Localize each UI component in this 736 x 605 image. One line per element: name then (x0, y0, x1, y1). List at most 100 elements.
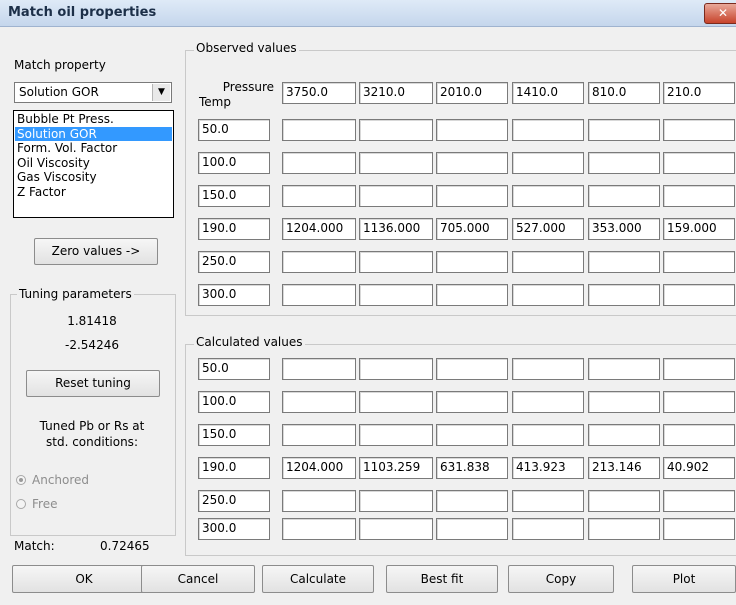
calculated-value-cell[interactable] (512, 490, 584, 512)
plot-button[interactable]: Plot (632, 565, 736, 593)
dropdown-option[interactable]: Oil Viscosity (15, 156, 172, 170)
calculated-value-cell[interactable] (663, 490, 735, 512)
calculated-temp-input[interactable]: 150.0 (198, 424, 270, 446)
calculated-value-cell[interactable] (282, 490, 356, 512)
observed-value-cell[interactable] (359, 284, 433, 306)
observed-value-cell[interactable]: 705.000 (436, 218, 508, 240)
calculated-value-cell[interactable]: 1204.000 (282, 457, 356, 479)
calculated-value-cell[interactable] (588, 424, 660, 446)
calculated-value-cell[interactable] (588, 518, 660, 540)
calculated-temp-input[interactable]: 300.0 (198, 518, 270, 540)
chevron-down-icon[interactable]: ▼ (152, 84, 170, 101)
calculated-value-cell[interactable] (282, 424, 356, 446)
observed-value-cell[interactable] (359, 119, 433, 141)
observed-value-cell[interactable] (359, 251, 433, 273)
radio-anchored[interactable]: Anchored (16, 473, 136, 489)
calculated-value-cell[interactable] (512, 391, 584, 413)
calculated-value-cell[interactable] (436, 518, 508, 540)
reset-tuning-button[interactable]: Reset tuning (26, 370, 160, 397)
observed-temp-input[interactable]: 300.0 (198, 284, 270, 306)
observed-value-cell[interactable] (436, 185, 508, 207)
observed-value-cell[interactable] (588, 251, 660, 273)
observed-temp-input[interactable]: 190.0 (198, 218, 270, 240)
calculated-value-cell[interactable] (282, 518, 356, 540)
observed-temp-input[interactable]: 250.0 (198, 251, 270, 273)
observed-value-cell[interactable]: 1204.000 (282, 218, 356, 240)
calculated-value-cell[interactable] (282, 358, 356, 380)
observed-value-cell[interactable]: 1136.000 (359, 218, 433, 240)
calculate-button[interactable]: Calculate (262, 565, 374, 593)
calculated-value-cell[interactable] (663, 358, 735, 380)
calculated-value-cell[interactable] (512, 358, 584, 380)
calculated-value-cell[interactable]: 40.902 (663, 457, 735, 479)
radio-anchored-circle[interactable] (16, 475, 26, 485)
radio-free-circle[interactable] (16, 499, 26, 509)
calculated-value-cell[interactable] (436, 391, 508, 413)
observed-value-cell[interactable] (512, 119, 584, 141)
observed-value-cell[interactable] (512, 185, 584, 207)
calculated-value-cell[interactable]: 413.923 (512, 457, 584, 479)
cancel-button[interactable]: Cancel (141, 565, 255, 593)
observed-value-cell[interactable] (436, 251, 508, 273)
observed-pressure-input[interactable]: 3210.0 (359, 82, 433, 104)
observed-value-cell[interactable] (663, 251, 735, 273)
calculated-value-cell[interactable] (359, 358, 433, 380)
observed-value-cell[interactable]: 159.000 (663, 218, 735, 240)
observed-value-cell[interactable] (588, 284, 660, 306)
calculated-value-cell[interactable] (588, 391, 660, 413)
observed-value-cell[interactable] (588, 119, 660, 141)
calculated-value-cell[interactable] (436, 490, 508, 512)
observed-value-cell[interactable] (282, 152, 356, 174)
calculated-value-cell[interactable] (663, 518, 735, 540)
zero-values-button[interactable]: Zero values -> (34, 238, 158, 265)
dropdown-option[interactable]: Bubble Pt Press. (15, 112, 172, 126)
observed-pressure-input[interactable]: 2010.0 (436, 82, 508, 104)
copy-button[interactable]: Copy (508, 565, 614, 593)
calculated-value-cell[interactable] (359, 518, 433, 540)
dropdown-option[interactable]: Z Factor (15, 185, 172, 199)
observed-value-cell[interactable] (663, 185, 735, 207)
dropdown-option[interactable]: Gas Viscosity (15, 170, 172, 184)
observed-value-cell[interactable] (436, 152, 508, 174)
calculated-value-cell[interactable] (512, 424, 584, 446)
calculated-value-cell[interactable] (359, 424, 433, 446)
observed-value-cell[interactable]: 353.000 (588, 218, 660, 240)
calculated-temp-input[interactable]: 250.0 (198, 490, 270, 512)
match-property-combo[interactable]: Solution GOR ▼ (14, 82, 172, 103)
calculated-value-cell[interactable]: 1103.259 (359, 457, 433, 479)
calculated-value-cell[interactable] (588, 490, 660, 512)
calculated-value-cell[interactable] (359, 490, 433, 512)
observed-value-cell[interactable] (359, 152, 433, 174)
calculated-value-cell[interactable] (512, 518, 584, 540)
observed-value-cell[interactable] (588, 152, 660, 174)
ok-button[interactable]: OK (12, 565, 156, 593)
calculated-value-cell[interactable]: 213.146 (588, 457, 660, 479)
best-fit-button[interactable]: Best fit (386, 565, 498, 593)
calculated-temp-input[interactable]: 100.0 (198, 391, 270, 413)
observed-value-cell[interactable] (436, 284, 508, 306)
observed-value-cell[interactable] (282, 119, 356, 141)
radio-free[interactable]: Free (16, 497, 136, 513)
calculated-value-cell[interactable] (436, 424, 508, 446)
calculated-value-cell[interactable] (436, 358, 508, 380)
observed-value-cell[interactable] (282, 284, 356, 306)
observed-value-cell[interactable]: 527.000 (512, 218, 584, 240)
observed-value-cell[interactable] (663, 152, 735, 174)
observed-pressure-input[interactable]: 810.0 (588, 82, 660, 104)
calculated-value-cell[interactable] (359, 391, 433, 413)
observed-value-cell[interactable] (282, 251, 356, 273)
observed-value-cell[interactable] (663, 284, 735, 306)
observed-pressure-input[interactable]: 210.0 (663, 82, 735, 104)
observed-temp-input[interactable]: 50.0 (198, 119, 270, 141)
close-button[interactable]: ✕ (704, 3, 736, 24)
dropdown-option[interactable]: Form. Vol. Factor (15, 141, 172, 155)
observed-value-cell[interactable] (663, 119, 735, 141)
observed-value-cell[interactable] (512, 284, 584, 306)
observed-value-cell[interactable] (359, 185, 433, 207)
calculated-temp-input[interactable]: 190.0 (198, 457, 270, 479)
calculated-value-cell[interactable] (663, 424, 735, 446)
observed-temp-input[interactable]: 150.0 (198, 185, 270, 207)
dropdown-option[interactable]: Solution GOR (15, 126, 172, 141)
observed-temp-input[interactable]: 100.0 (198, 152, 270, 174)
match-property-dropdown[interactable]: Bubble Pt Press. Solution GOR Form. Vol. F… (13, 110, 174, 218)
